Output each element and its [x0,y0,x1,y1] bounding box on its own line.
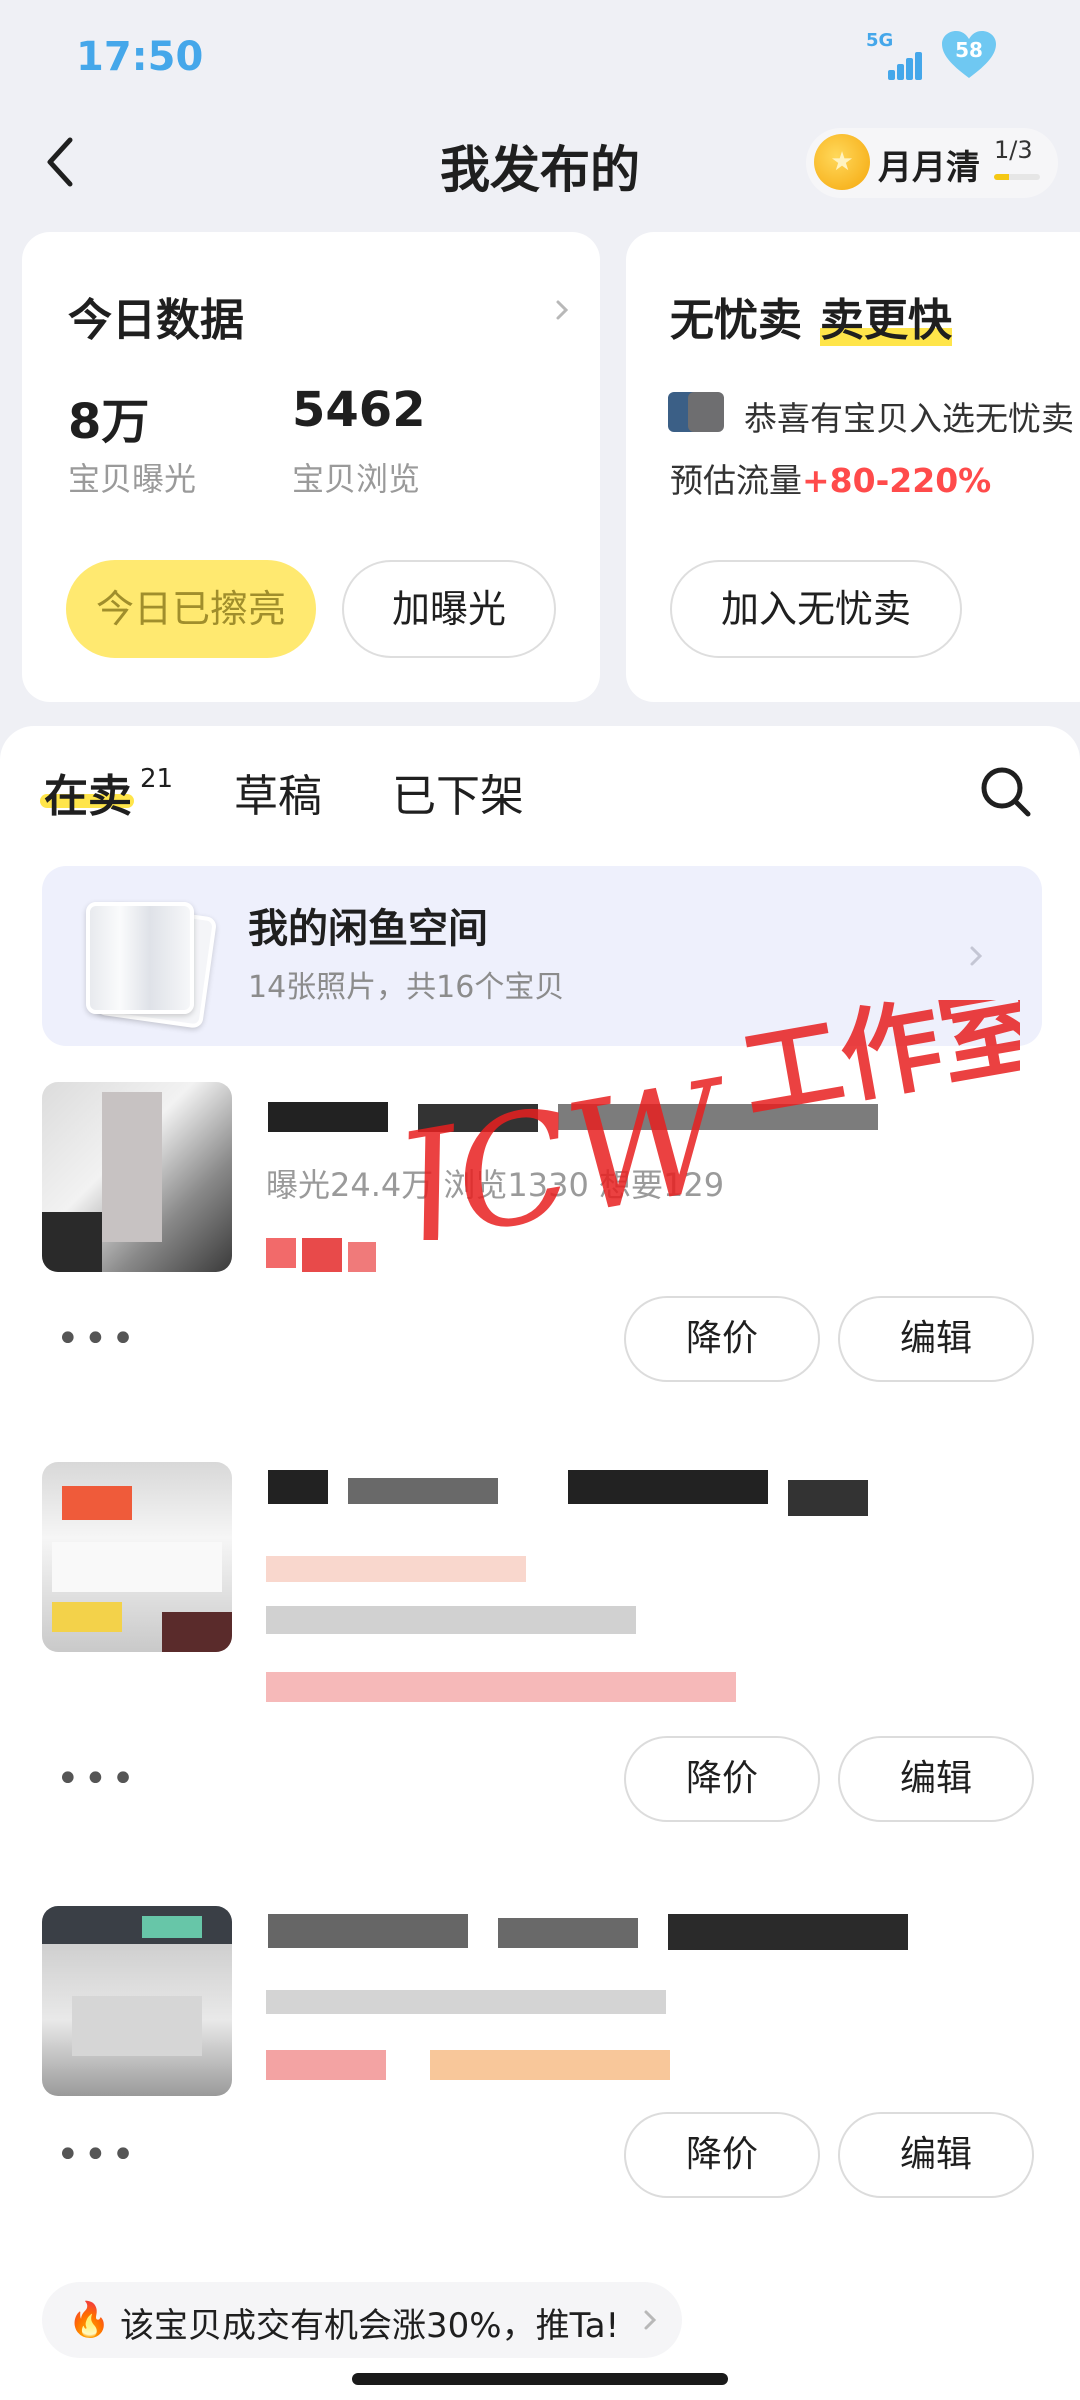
item-title-redacted [268,1094,908,1136]
edit-button[interactable]: 编辑 [838,1736,1034,1822]
item-stats-redacted [266,1606,636,1634]
promote-tip-text: 该宝贝成交有机会涨30%，推Ta! [120,2306,620,2346]
product-mini-thumb [688,392,724,432]
more-options-icon[interactable]: ••• [56,1756,139,1802]
today-data-card[interactable]: 今日数据 8万 宝贝曝光 5462 宝贝浏览 今日已擦亮 加曝光 [22,232,600,702]
tab-on-sale-count: 21 [140,764,174,794]
chevron-right-icon [556,300,569,320]
worry-free-title-part2: 卖更快 [820,295,952,346]
chevron-right-icon [644,2310,657,2330]
status-time: 17:50 [76,34,204,80]
reduce-price-button[interactable]: 降价 [624,2112,820,2198]
views-value: 5462 [292,382,426,438]
traffic-value: +80-220% [802,461,992,500]
worry-free-title-part1: 无忧卖 [670,295,802,346]
space-title: 我的闲鱼空间 [248,906,488,952]
item-thumbnail[interactable] [42,1462,232,1652]
today-data-title: 今日数据 [68,295,244,346]
tab-drafts[interactable]: 草稿 [234,760,322,824]
battery-heart-icon: 58 [940,30,998,82]
promote-tip-bar[interactable]: 🔥 该宝贝成交有机会涨30%，推Ta! [42,2282,682,2358]
item-title-redacted [268,1470,908,1530]
home-indicator[interactable] [352,2373,728,2385]
monthly-progress: 1/3 [994,136,1033,164]
join-worry-free-button[interactable]: 加入无忧卖 [670,560,962,658]
item-tag-redacted [430,2050,670,2080]
polished-today-button[interactable]: 今日已擦亮 [66,560,316,658]
worry-free-card[interactable]: 无忧卖 卖更快 恭喜有宝贝入选无忧卖 预估流量+80-220% 加入无忧卖 [626,232,1080,702]
item-thumbnail[interactable] [42,1906,232,2096]
traffic-label: 预估流量 [670,461,802,500]
item-price-redacted [266,2050,386,2080]
item-price-redacted [266,1238,376,1272]
exposure-value: 8万 [68,394,150,450]
item-stats: 曝光24.4万 浏览1330 想要129 [266,1166,725,1204]
monthly-label: 月月清 [878,148,980,188]
edit-button[interactable]: 编辑 [838,1296,1034,1382]
more-options-icon[interactable]: ••• [56,1316,139,1362]
exposure-label: 宝贝曝光 [68,460,197,498]
edit-button[interactable]: 编辑 [838,2112,1034,2198]
worry-free-title: 无忧卖 卖更快 [670,284,952,348]
monthly-clear-badge[interactable]: 月月清 1/3 [806,128,1058,198]
signal-icon: 5G [866,30,926,80]
item-title-redacted [268,1914,928,1954]
traffic-estimate: 预估流量+80-220% [670,454,991,502]
battery-level: 58 [955,38,983,62]
reduce-price-button[interactable]: 降价 [624,1296,820,1382]
item-thumbnail[interactable] [42,1082,232,1272]
tab-delisted[interactable]: 已下架 [392,760,524,824]
views-label: 宝贝浏览 [292,460,421,498]
worry-free-congrats: 恭喜有宝贝入选无忧卖 [744,399,1074,438]
coin-bag-icon [814,134,870,190]
monthly-progress-bar [994,174,1040,180]
more-options-icon[interactable]: ••• [56,2132,139,2178]
tab-on-sale[interactable]: 在卖 [44,760,132,824]
network-label: 5G [866,30,894,51]
item-price-redacted [266,1672,736,1702]
space-subtitle: 14张照片，共16个宝贝 [248,970,565,1005]
xianyu-space-card[interactable]: 我的闲鱼空间 14张照片，共16个宝贝 [42,866,1042,1046]
reduce-price-button[interactable]: 降价 [624,1736,820,1822]
search-icon[interactable] [978,764,1034,820]
item-stats-redacted [266,1990,666,2014]
chevron-right-icon [970,946,983,966]
item-tag-redacted [266,1556,526,1582]
fire-icon: 🔥 [68,2300,111,2340]
boost-exposure-button[interactable]: 加曝光 [342,560,556,658]
space-photo-front [86,902,194,1014]
